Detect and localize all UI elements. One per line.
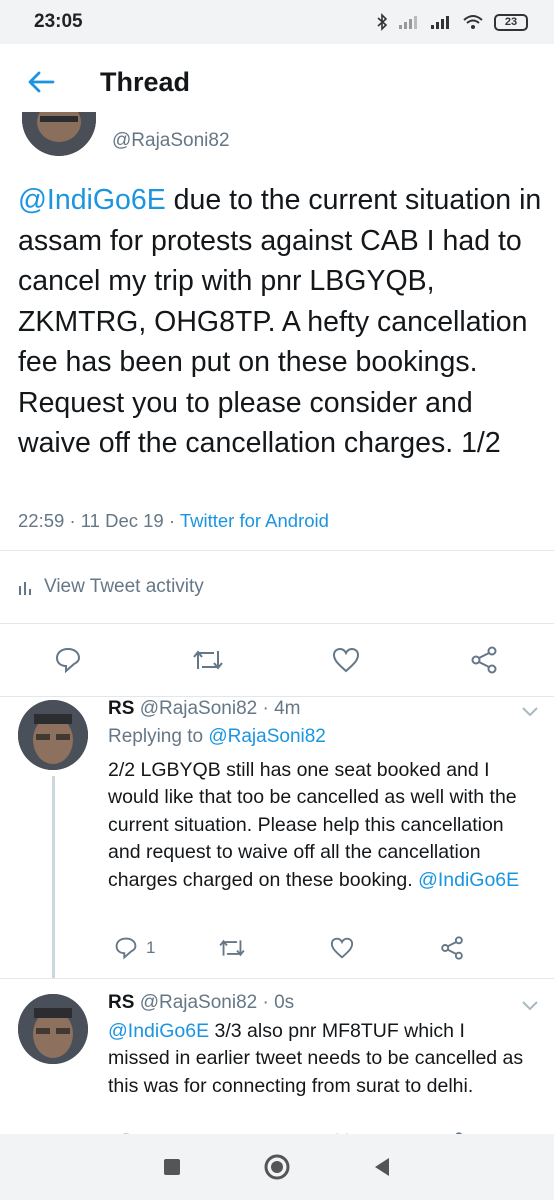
tweet-body: due to the current situation in assam fo…	[18, 184, 542, 459]
triangle-back-icon	[374, 1158, 389, 1176]
avatar[interactable]	[18, 700, 88, 770]
reply-handle[interactable]: @RajaSoni82	[140, 992, 258, 1013]
tweet-date: 11 Dec 19	[80, 510, 164, 531]
tweet-time: 22:59	[18, 510, 65, 531]
view-activity-button[interactable]: View Tweet activity	[0, 550, 554, 624]
reply-header: RS @RajaSoni82 · 4m	[108, 698, 301, 720]
reply-header: RS @RajaSoni82 · 0s	[108, 992, 294, 1014]
retweet-icon	[219, 939, 245, 957]
retweet-button[interactable]	[214, 930, 250, 966]
wifi-icon	[463, 15, 483, 29]
app-bar: Thread	[0, 44, 554, 120]
signal-1-icon	[399, 16, 417, 29]
replying-prefix: Replying to	[108, 726, 209, 747]
meta-separator: ·	[262, 992, 269, 1013]
reply-text: 2/2 LGBYQB still has one seat booked and…	[108, 757, 528, 894]
replying-to-link[interactable]: @RajaSoni82	[208, 726, 326, 747]
circle-icon	[264, 1154, 290, 1180]
avatar[interactable]	[18, 994, 88, 1064]
meta-separator: ·	[69, 510, 76, 531]
share-icon	[441, 936, 463, 960]
bar-chart-icon	[19, 582, 31, 595]
signal-2-icon	[431, 16, 449, 29]
mention-link[interactable]: @IndiGo6E	[18, 184, 166, 216]
display-name[interactable]: RS	[108, 992, 134, 1013]
avatar[interactable]	[22, 112, 96, 156]
mention-link[interactable]: @IndiGo6E	[108, 1020, 209, 1042]
battery-icon: 23	[494, 13, 528, 31]
tweet-source[interactable]: Twitter for Android	[180, 510, 329, 531]
chevron-down-icon[interactable]	[520, 704, 540, 718]
reply-icon	[115, 937, 137, 960]
display-name[interactable]: RS	[108, 698, 134, 719]
replying-to: Replying to @RajaSoni82	[108, 726, 326, 748]
reply-button[interactable]	[108, 930, 144, 966]
bluetooth-icon	[377, 13, 388, 31]
mention-link[interactable]: @IndiGo6E	[418, 869, 519, 891]
tweet-text: @IndiGo6E due to the current situation i…	[18, 180, 543, 464]
heart-icon	[330, 937, 354, 959]
thread-line	[52, 776, 55, 978]
reply-handle[interactable]: @RajaSoni82	[140, 698, 258, 719]
home-button[interactable]	[259, 1149, 295, 1185]
tweet-handle[interactable]: @RajaSoni82	[112, 130, 230, 152]
back-button[interactable]	[24, 65, 58, 99]
meta-separator: ·	[168, 510, 176, 531]
status-icons: 23	[376, 13, 528, 31]
retweet-icon	[193, 650, 223, 670]
reply-age: 4m	[274, 698, 301, 719]
reply-icon	[55, 647, 81, 674]
reply-tweet[interactable]: RS @RajaSoni82 · 0s @IndiGo6E 3/3 also p…	[0, 978, 554, 1156]
status-time: 23:05	[34, 11, 83, 32]
reply-count: 1	[146, 938, 156, 957]
share-icon	[471, 646, 497, 674]
back-nav-button[interactable]	[364, 1149, 400, 1185]
reply-text: @IndiGo6E 3/3 also pnr MF8TUF which I mi…	[108, 1018, 528, 1100]
share-button[interactable]	[434, 930, 470, 966]
chevron-down-icon[interactable]	[520, 998, 540, 1012]
heart-icon	[332, 647, 360, 673]
square-icon	[164, 1159, 181, 1175]
activity-label: View Tweet activity	[44, 576, 204, 597]
like-button[interactable]	[324, 930, 360, 966]
system-nav-bar	[0, 1134, 554, 1200]
reply-age: 0s	[274, 992, 295, 1013]
meta-separator: ·	[262, 698, 269, 719]
page-title: Thread	[100, 66, 191, 97]
arrow-left-icon	[28, 71, 55, 93]
tweet-meta: 22:59 · 11 Dec 19 · Twitter for Android	[18, 510, 329, 532]
reply-tweet[interactable]: RS @RajaSoni82 · 4m Replying to @RajaSon…	[0, 684, 554, 979]
status-bar: 23:05 23	[0, 0, 554, 44]
recents-button[interactable]	[154, 1149, 190, 1185]
